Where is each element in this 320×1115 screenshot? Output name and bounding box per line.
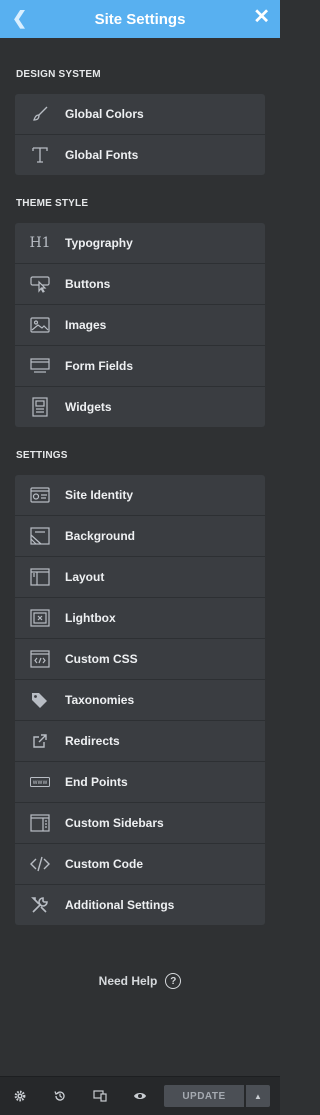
menu-item-label: Widgets xyxy=(65,400,112,414)
menu-item-end-points[interactable]: www End Points xyxy=(15,761,265,802)
need-help-link[interactable]: Need Help ? xyxy=(0,973,280,989)
font-icon xyxy=(30,145,50,165)
tags-icon xyxy=(30,690,50,710)
menu-item-label: Global Fonts xyxy=(65,148,139,162)
menu-item-label: End Points xyxy=(65,775,128,789)
h1-icon: H1 xyxy=(29,235,51,251)
settings-group: Site Identity Background Layout Lightbox… xyxy=(15,475,265,925)
menu-item-label: Background xyxy=(65,529,136,543)
menu-item-label: Additional Settings xyxy=(65,898,175,912)
history-icon[interactable] xyxy=(40,1077,80,1115)
menu-item-custom-sidebars[interactable]: Custom Sidebars xyxy=(15,802,265,843)
menu-item-label: Form Fields xyxy=(65,359,134,373)
external-link-icon xyxy=(30,731,50,751)
question-icon: ? xyxy=(165,973,182,989)
chevron-left-icon[interactable]: ❮ xyxy=(12,8,27,29)
settings-content: DESIGN SYSTEM Global Colors Global Fonts… xyxy=(0,38,280,1077)
menu-item-form-fields[interactable]: Form Fields xyxy=(15,345,265,386)
brush-icon xyxy=(30,104,50,124)
menu-item-label: Custom CSS xyxy=(65,652,138,666)
menu-item-background[interactable]: Background xyxy=(15,515,265,556)
svg-text:www: www xyxy=(33,779,48,786)
menu-item-label: Buttons xyxy=(65,277,111,291)
tools-icon xyxy=(30,895,50,915)
menu-item-widgets[interactable]: Widgets xyxy=(15,386,265,427)
menu-item-label: Lightbox xyxy=(65,611,116,625)
lightbox-icon xyxy=(30,608,50,628)
responsive-icon[interactable] xyxy=(80,1077,120,1115)
menu-item-label: Images xyxy=(65,318,107,332)
gear-icon[interactable] xyxy=(0,1077,40,1115)
menu-item-custom-css[interactable]: Custom CSS xyxy=(15,638,265,679)
menu-item-label: Layout xyxy=(65,570,105,584)
menu-item-redirects[interactable]: Redirects xyxy=(15,720,265,761)
menu-item-typography[interactable]: H1 Typography xyxy=(15,223,265,263)
menu-item-label: Custom Code xyxy=(65,857,143,871)
button-cursor-icon xyxy=(30,274,50,294)
section-title-settings: SETTINGS xyxy=(16,450,68,461)
menu-item-label: Site Identity xyxy=(65,488,134,502)
menu-item-custom-code[interactable]: Custom Code xyxy=(15,843,265,884)
menu-item-label: Custom Sidebars xyxy=(65,816,164,830)
sidebar-icon xyxy=(30,813,50,833)
panel-title: Site Settings xyxy=(94,10,186,28)
image-icon xyxy=(30,315,50,335)
menu-item-layout[interactable]: Layout xyxy=(15,556,265,597)
background-icon xyxy=(30,526,50,546)
menu-item-label: Redirects xyxy=(65,734,120,748)
close-icon[interactable]: ✕ xyxy=(253,7,270,27)
menu-item-label: Taxonomies xyxy=(65,693,135,707)
panel-footer: UPDATE ▲ xyxy=(0,1076,280,1115)
menu-item-site-identity[interactable]: Site Identity xyxy=(15,475,265,515)
site-identity-icon xyxy=(30,485,50,505)
menu-item-images[interactable]: Images xyxy=(15,304,265,345)
widgets-icon xyxy=(30,397,50,417)
menu-item-taxonomies[interactable]: Taxonomies xyxy=(15,679,265,720)
design-system-group: Global Colors Global Fonts xyxy=(15,94,265,175)
eye-icon[interactable] xyxy=(120,1077,160,1115)
menu-item-additional-settings[interactable]: Additional Settings xyxy=(15,884,265,925)
layout-icon xyxy=(30,567,50,587)
caret-up-icon[interactable]: ▲ xyxy=(246,1085,270,1107)
menu-item-lightbox[interactable]: Lightbox xyxy=(15,597,265,638)
need-help-label: Need Help xyxy=(98,974,158,988)
menu-item-global-colors[interactable]: Global Colors xyxy=(15,94,265,134)
custom-css-icon xyxy=(30,649,50,669)
code-icon xyxy=(30,854,50,874)
menu-item-label: Global Colors xyxy=(65,107,144,121)
www-icon: www xyxy=(30,772,50,792)
menu-item-label: Typography xyxy=(65,236,133,250)
update-button[interactable]: UPDATE xyxy=(164,1085,244,1107)
section-title-design-system: DESIGN SYSTEM xyxy=(16,69,101,80)
section-title-theme-style: THEME STYLE xyxy=(16,198,89,209)
form-field-icon xyxy=(30,356,50,376)
panel-header: ❮ Site Settings ✕ xyxy=(0,0,280,38)
menu-item-global-fonts[interactable]: Global Fonts xyxy=(15,134,265,175)
menu-item-buttons[interactable]: Buttons xyxy=(15,263,265,304)
theme-style-group: H1 Typography Buttons Images Form Fields xyxy=(15,223,265,427)
